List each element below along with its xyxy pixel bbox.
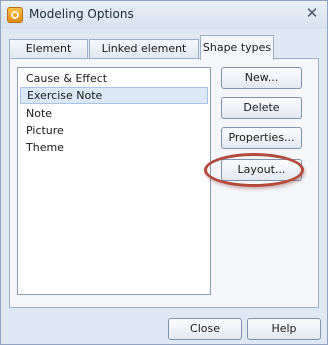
modeling-options-icon (7, 7, 23, 23)
close-icon[interactable]: ✕ (301, 3, 323, 23)
modeling-options-dialog: Modeling Options ✕ Element types Linked … (0, 0, 328, 345)
list-item[interactable]: Theme (20, 139, 208, 156)
list-item-selected[interactable]: Exercise Note (20, 87, 208, 104)
dialog-footer: Close Help (1, 308, 327, 344)
properties-button[interactable]: Properties... (221, 127, 302, 149)
help-button[interactable]: Help (247, 318, 321, 340)
close-button[interactable]: Close (168, 318, 242, 340)
tab-element-types[interactable]: Element types (9, 39, 88, 73)
shape-types-list[interactable]: Cause & Effect Exercise Note Note Pictur… (17, 67, 211, 295)
tab-shape-types[interactable]: Shape types (200, 35, 274, 60)
new-button[interactable]: New... (221, 67, 302, 89)
tab-linked-element-types[interactable]: Linked element types (89, 39, 199, 73)
list-item[interactable]: Cause & Effect (20, 70, 208, 87)
list-item[interactable]: Picture (20, 122, 208, 139)
list-item[interactable]: Note (20, 105, 208, 122)
delete-button[interactable]: Delete (221, 97, 302, 119)
window-title: Modeling Options (29, 7, 134, 21)
highlight-ellipse (204, 153, 304, 187)
title-bar[interactable]: Modeling Options ✕ (1, 1, 327, 29)
